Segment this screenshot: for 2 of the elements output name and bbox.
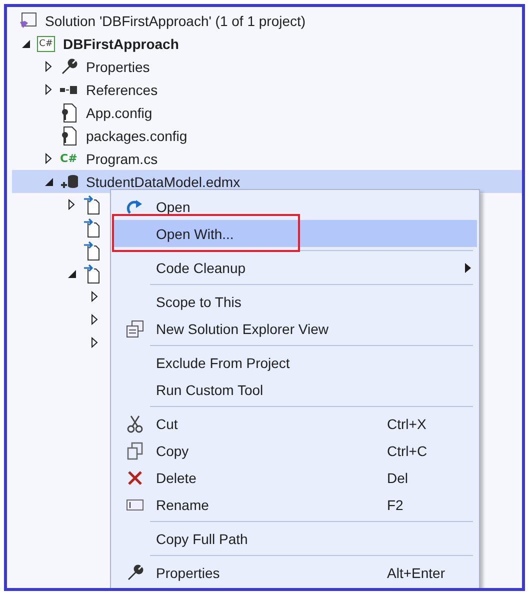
csharp-file-icon: C#	[60, 152, 78, 165]
csharp-project-icon: C#	[37, 36, 55, 52]
